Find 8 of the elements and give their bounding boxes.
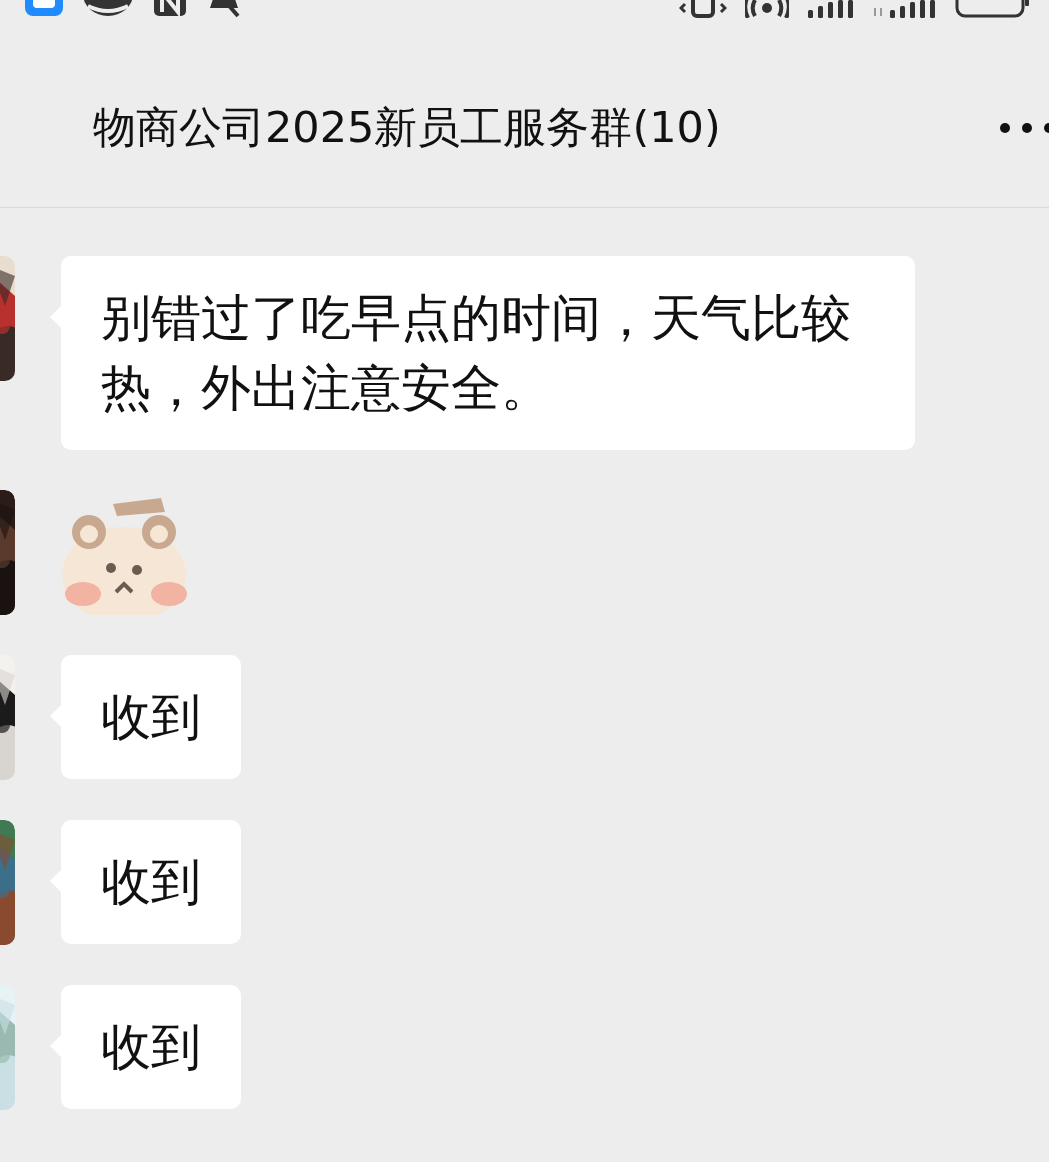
more-icon[interactable]	[999, 121, 1049, 134]
battery-icon	[955, 0, 1031, 18]
chat-title: 物商公司2025新员工服务群(10)	[93, 100, 721, 154]
signal-icon	[873, 0, 937, 18]
signal-icon	[807, 0, 855, 18]
app-icon	[24, 0, 64, 18]
hotspot-icon	[745, 0, 789, 18]
vibrate-icon	[679, 0, 727, 18]
